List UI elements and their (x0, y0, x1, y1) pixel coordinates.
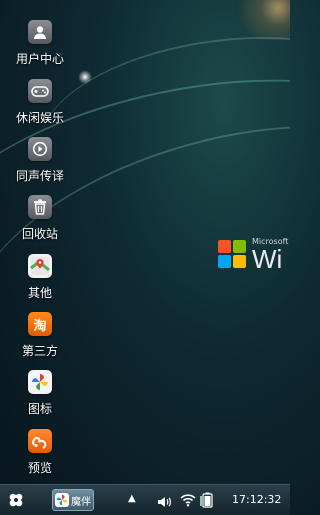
map-icon (28, 254, 52, 278)
wifi-icon[interactable] (180, 492, 196, 511)
user-icon (28, 20, 52, 44)
desktop-item-label: 同声传译 (15, 169, 64, 183)
battery-icon[interactable] (200, 492, 214, 508)
tray-expand-arrow[interactable]: ▲ (128, 493, 136, 504)
taobao-icon: 淘 (28, 312, 52, 336)
desktop-item-label: 第三方 (21, 344, 58, 358)
desktop-item-icons[interactable]: 图标 (10, 370, 70, 417)
desktop-item-preview[interactable]: 预览 (10, 429, 70, 476)
desktop-item-recycle-bin[interactable]: 回收站 (10, 195, 70, 242)
volume-icon[interactable] (157, 493, 171, 512)
desktop-item-label: 预览 (27, 461, 52, 475)
pinwheel-icon (28, 370, 52, 394)
windows-flag-icon (218, 240, 248, 270)
gamepad-icon (28, 79, 52, 103)
trash-icon (28, 195, 52, 219)
taskbar: 魔伴 ▲ 17:12:32 (0, 484, 290, 515)
wallpaper-lights (230, 0, 290, 40)
desktop-item-label: 用户中心 (15, 52, 64, 66)
start-button[interactable] (6, 490, 26, 510)
desktop-item-label: 休闲娱乐 (15, 111, 64, 125)
taskbar-app-button[interactable]: 魔伴 (52, 489, 94, 511)
desktop-item-interpretation[interactable]: 同声传译 (10, 137, 70, 184)
play-icon (28, 137, 52, 161)
desktop-item-label: 回收站 (21, 227, 58, 241)
uc-browser-icon (28, 429, 52, 453)
desktop-item-other[interactable]: 其他 (10, 254, 70, 301)
app-pinwheel-icon (55, 493, 69, 507)
desktop-item-label: 图标 (27, 402, 52, 416)
taskbar-app-label: 魔伴 (71, 496, 91, 508)
wallpaper-sparkle (78, 70, 92, 84)
clock[interactable]: 17:12:32 (232, 493, 281, 506)
desktop-item-user-center[interactable]: 用户中心 (10, 20, 70, 67)
desktop-item-third-party[interactable]: 淘 第三方 (10, 312, 70, 359)
clover-icon (9, 493, 23, 507)
watermark-big-text: Wi (252, 244, 283, 274)
windows-watermark: Microsoft Wi (218, 238, 288, 272)
desktop-item-entertainment[interactable]: 休闲娱乐 (10, 79, 70, 126)
desktop-item-label: 其他 (27, 286, 52, 300)
